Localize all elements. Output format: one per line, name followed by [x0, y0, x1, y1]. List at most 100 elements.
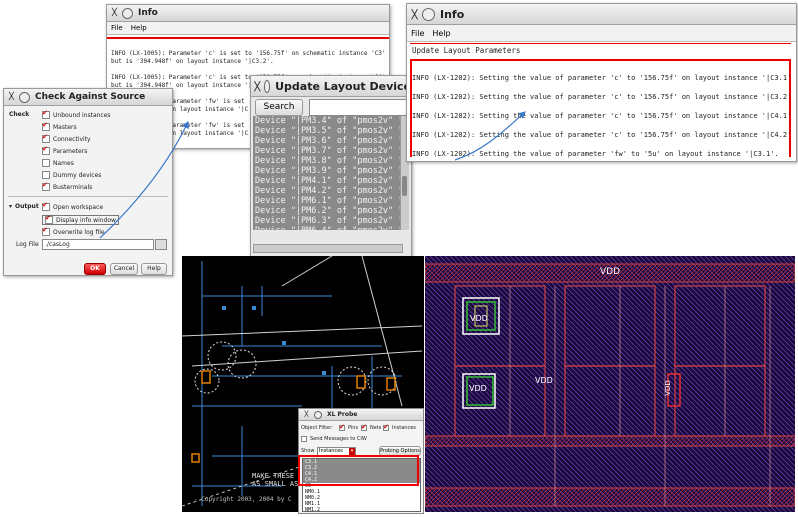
device-list-item[interactable]: Device "|PM3.8" of "pmos2v" "layout" [253, 156, 409, 166]
checkbox-icon[interactable] [42, 171, 50, 179]
schematic-copyright: - Copyright 2003, 2004 by C [194, 496, 292, 503]
close-icon[interactable]: ᚷ [7, 92, 16, 102]
check-section-label: Check [9, 111, 30, 118]
device-list-item[interactable]: Device "|PM6.4" of "pmos2v" "layout" [253, 226, 409, 230]
filter-nets[interactable]: Nets [361, 423, 381, 431]
close-icon[interactable]: ᚷ [302, 410, 311, 419]
option-display-info-window[interactable]: Display info window [42, 214, 119, 225]
schematic-note: MAKE THESE AS SMALL AS [252, 472, 299, 488]
output-section-label[interactable]: ▾ Output [9, 203, 39, 210]
dialog-title: XL Probe [327, 411, 358, 418]
close-icon[interactable]: ᚷ [410, 9, 419, 20]
info-right-line: INFO (LX-1202): Setting the value of par… [412, 74, 792, 82]
minimize-icon[interactable] [122, 7, 133, 19]
checkbox-icon[interactable] [42, 109, 50, 119]
device-list-item[interactable]: Device "|PM3.4" of "pmos2v" "layout" [253, 116, 409, 126]
info-right-line: INFO (LX-1202): Setting the value of par… [412, 150, 779, 158]
device-list-item[interactable]: Device "|PM3.7" of "pmos2v" "layout" [253, 146, 409, 156]
option-names[interactable]: Names [42, 159, 74, 167]
vdd-label: VDD [663, 380, 672, 396]
triangle-down-icon: ▾ [9, 203, 13, 210]
device-list-item[interactable]: Device "|PM3.9" of "pmos2v" "layout" [253, 166, 409, 176]
separator [8, 196, 168, 197]
info-right-header: Update Layout Parameters [412, 46, 521, 55]
info-top-titlebar: ᚷ Info [107, 5, 389, 22]
close-icon[interactable]: ᚷ [110, 8, 119, 18]
device-list-item[interactable]: Device "|PM4.2" of "pmos2v" "layout" [253, 186, 409, 196]
checkbox-icon[interactable] [42, 159, 50, 167]
cancel-button[interactable]: Cancel [110, 263, 138, 275]
info-top-menubar: File Help [107, 22, 389, 35]
checkbox-icon[interactable] [42, 121, 50, 131]
window-title: Info [440, 7, 465, 21]
info-window-right: ᚷ Info File Help Update Layout Parameter… [406, 3, 797, 162]
scroll-thumb[interactable] [402, 176, 407, 196]
device-list-item[interactable]: Device "|PM6.2" of "pmos2v" "layout" [253, 206, 409, 216]
update-layout-titlebar: ᚷ Update Layout Device [251, 76, 411, 97]
check-against-source-dialog: ᚷ Check Against Source Check Unbound ins… [3, 88, 173, 276]
browse-button[interactable] [155, 239, 167, 250]
vdd-label: VDD [535, 376, 553, 385]
chevron-down-icon: ▾ [349, 448, 355, 455]
show-label: Show [301, 448, 315, 454]
search-input[interactable] [309, 99, 411, 116]
filter-instances[interactable]: Instances [383, 423, 416, 431]
checkbox-icon[interactable] [383, 423, 389, 431]
option-connectivity[interactable]: Connectivity [42, 133, 91, 143]
checkbox-icon[interactable] [42, 133, 50, 143]
option-parameters[interactable]: Parameters [42, 145, 87, 155]
send-messages-option[interactable]: Send Messages to CIW [301, 436, 367, 442]
horizontal-scrollbar[interactable] [253, 244, 403, 253]
menu-file[interactable]: File [411, 29, 424, 38]
checkbox-icon[interactable] [42, 226, 50, 236]
checkbox-icon[interactable] [361, 423, 367, 431]
help-button[interactable]: Help [141, 263, 167, 275]
window-title: Update Layout Device [275, 79, 411, 93]
vdd-label: VDD [470, 314, 488, 323]
info-right-menubar: File Help [407, 25, 796, 42]
device-list-item[interactable]: Device "|PM4.1" of "pmos2v" "layout" [253, 176, 409, 186]
device-list-item[interactable]: Device "|PM3.5" of "pmos2v" "layout" [253, 126, 409, 136]
checkbox-icon[interactable] [42, 181, 50, 191]
option-unbound-instances[interactable]: Unbound instances [42, 109, 111, 119]
option-busterminals[interactable]: Busterminals [42, 181, 92, 191]
checkbox-icon[interactable] [45, 214, 53, 224]
dialog-title: Check Against Source [35, 92, 146, 102]
probe-selection-highlight [298, 455, 419, 486]
search-button[interactable]: Search [255, 99, 303, 116]
menu-help[interactable]: Help [432, 29, 450, 38]
probe-list-item[interactable]: NM1.2 [303, 507, 420, 511]
checkbox-icon[interactable] [42, 145, 50, 155]
ok-button[interactable]: OK [84, 263, 106, 275]
option-overwrite-log[interactable]: Overwrite log file [42, 226, 105, 236]
device-list-item[interactable]: Device "|PM6.3" of "pmos2v" "layout" [253, 216, 409, 226]
minimize-icon[interactable] [263, 79, 271, 93]
info-right-titlebar: ᚷ Info [407, 4, 796, 25]
info-right-line: INFO (LX-1202): Setting the value of par… [412, 93, 792, 101]
minimize-icon[interactable] [314, 410, 322, 419]
menu-help[interactable]: Help [131, 24, 147, 32]
vdd-label: VDD [469, 384, 487, 393]
cas-titlebar: ᚷ Check Against Source [4, 89, 172, 106]
probe-titlebar: ᚷ XL Probe [299, 409, 423, 421]
layout-view[interactable]: VDD VDD VDD VDD VDD [425, 256, 795, 512]
menu-file[interactable]: File [111, 24, 123, 32]
device-list-item[interactable]: Device "|PM6.1" of "pmos2v" "layout" [253, 196, 409, 206]
device-list-item[interactable]: Device "|PM3.6" of "pmos2v" "layout" [253, 136, 409, 146]
minimize-icon[interactable] [422, 7, 435, 21]
checkbox-icon[interactable] [42, 201, 50, 211]
option-masters[interactable]: Masters [42, 121, 77, 131]
update-layout-window: ᚷ Update Layout Device Search Device "|P… [250, 75, 412, 258]
filter-pins[interactable]: Pins [339, 423, 358, 431]
object-filter-label: Object Filter: [301, 425, 333, 431]
minimize-icon[interactable] [19, 91, 30, 103]
logfile-label: Log File [16, 241, 39, 248]
close-icon[interactable]: ᚷ [254, 81, 261, 92]
checkbox-icon[interactable] [339, 423, 345, 431]
checkbox-icon[interactable] [301, 436, 307, 442]
device-list[interactable]: Device "|PM3.4" of "pmos2v" "layout"Devi… [253, 116, 409, 230]
logfile-input[interactable]: ./casLog [42, 239, 154, 250]
option-open-workspace[interactable]: Open workspace [42, 201, 103, 211]
option-dummy-devices[interactable]: Dummy devices [42, 171, 101, 179]
vdd-label: VDD [600, 267, 621, 277]
